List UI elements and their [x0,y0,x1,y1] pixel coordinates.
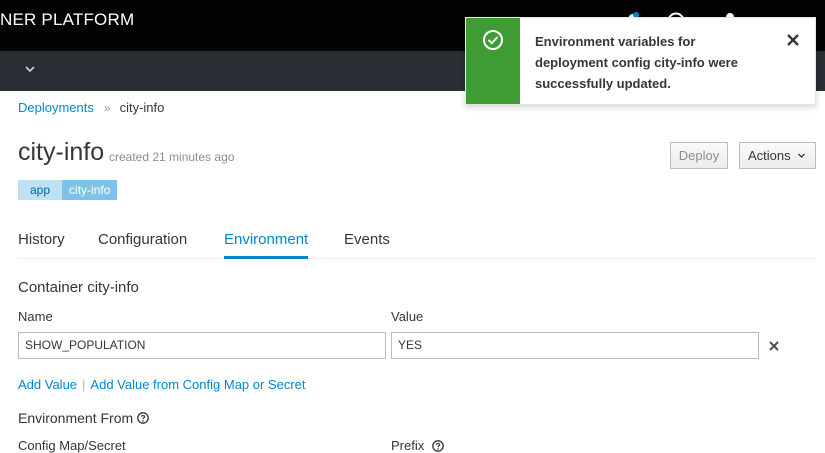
success-toast: Environment variables for deployment con… [465,17,816,105]
help-icon[interactable] [432,440,444,452]
link-separator: | [82,377,86,392]
environment-from-heading: Environment From [18,410,150,426]
help-icon[interactable] [137,412,150,424]
env-value-input[interactable]: YES [391,332,759,359]
tab-configuration[interactable]: Configuration [98,231,187,256]
add-value-from-config-link[interactable]: Add Value from Config Map or Secret [90,377,305,392]
add-value-links: Add Value | Add Value from Config Map or S… [18,377,306,392]
brand-title: NER PLATFORM [0,10,135,29]
container-title: Container city-info [18,279,139,296]
label-chip: app city-info [18,180,118,200]
environment-from-title: Environment From [18,410,134,426]
value-column-header: Value [391,309,424,324]
prefix-label: Prefix [391,438,425,453]
actions-label: Actions [748,148,791,163]
breadcrumb-deployments-link[interactable]: Deployments [18,100,94,115]
label-value[interactable]: city-info [62,180,118,200]
name-column-header: Name [18,309,53,324]
remove-row-icon[interactable] [767,339,781,358]
toast-status-bar [466,18,520,104]
chevron-down-icon [797,148,806,163]
created-timestamp: created 21 minutes ago [109,150,235,164]
tab-history[interactable]: History [18,231,65,256]
prefix-header: Prefix [391,438,444,453]
breadcrumb-current: city-info [119,100,165,115]
config-map-secret-header: Config Map/Secret [18,438,126,453]
label-key[interactable]: app [18,180,63,200]
page-title: city-info [18,138,105,166]
chevron-down-icon[interactable] [24,62,36,80]
breadcrumb-separator: » [103,101,111,115]
close-icon[interactable] [786,33,800,52]
deploy-button[interactable]: Deploy [670,142,728,169]
tab-events[interactable]: Events [344,231,390,256]
env-name-input[interactable]: SHOW_POPULATION [18,332,386,359]
actions-dropdown-button[interactable]: Actions [739,142,816,169]
tab-bar: History Configuration Environment Events [18,224,816,259]
toast-message: Environment variables for deployment con… [535,34,738,91]
breadcrumb: Deployments » city-info [18,100,164,115]
tab-environment[interactable]: Environment [224,231,309,259]
add-value-link[interactable]: Add Value [18,377,77,392]
check-circle-icon [482,29,504,56]
